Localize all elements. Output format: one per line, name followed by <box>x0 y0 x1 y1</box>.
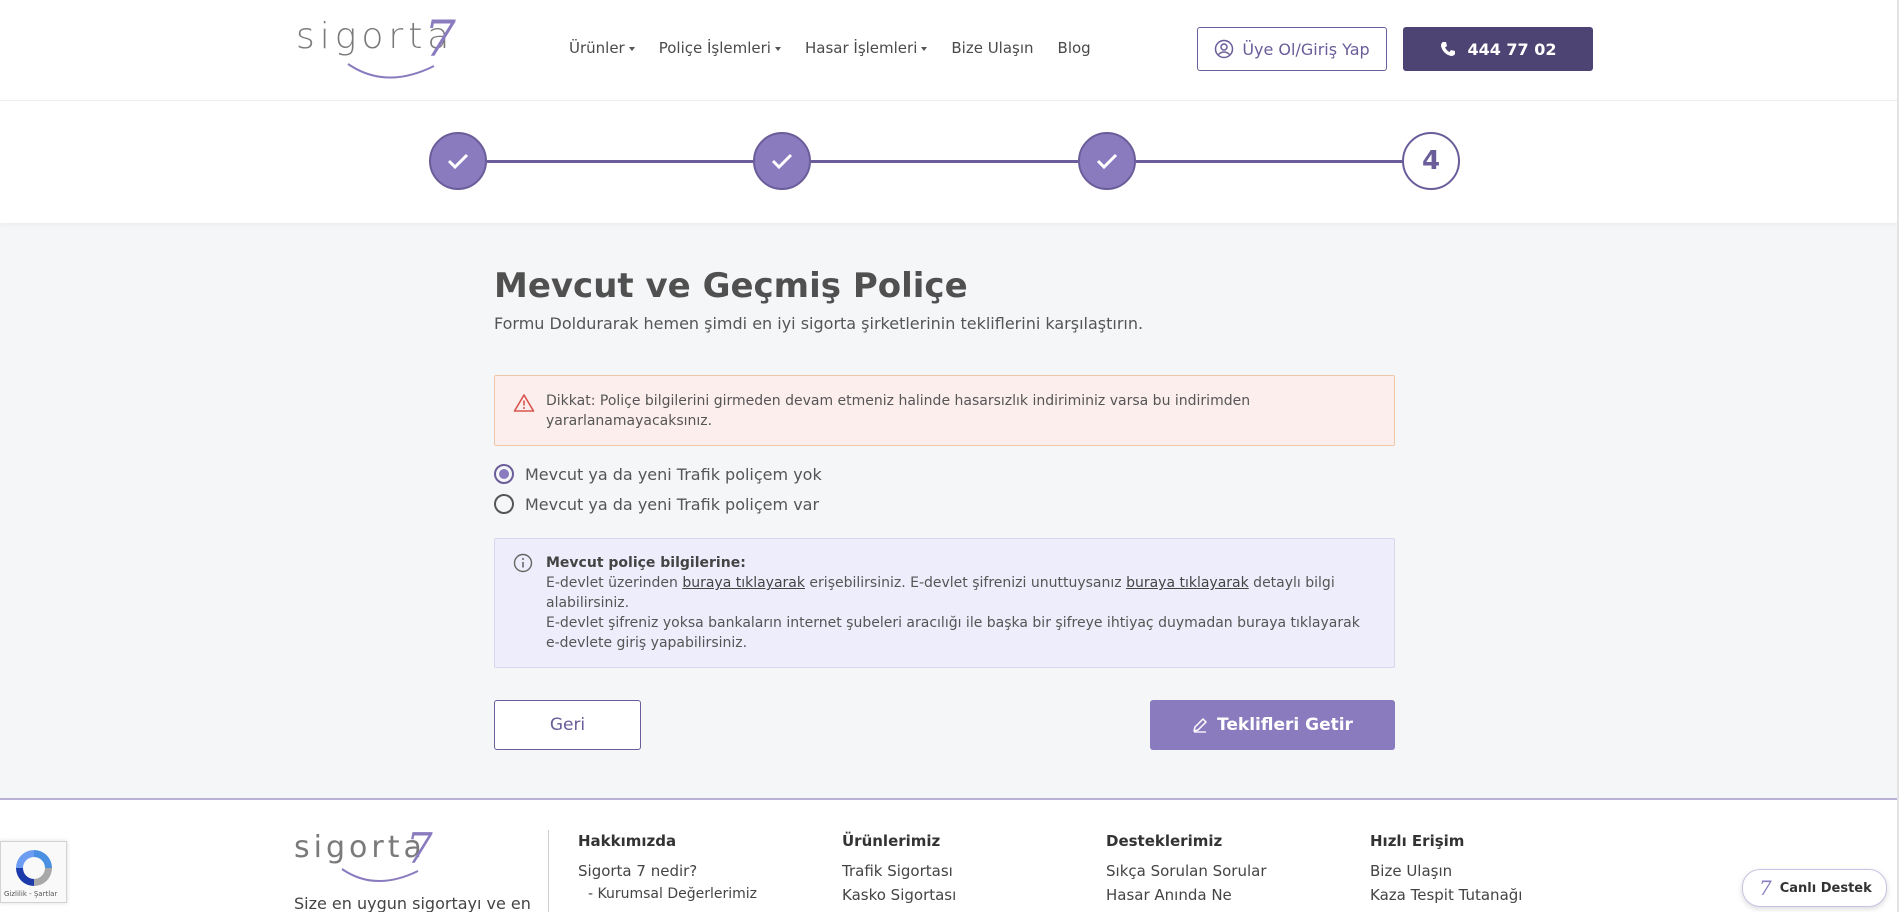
footer-heading: Hakkımızda <box>578 832 677 850</box>
radio-no-policy[interactable]: Mevcut ya da yeni Trafik poliçem yok <box>494 464 822 484</box>
footer-link[interactable]: Kasko Sigortası <box>842 886 956 904</box>
back-button[interactable]: Geri <box>494 700 641 750</box>
footer-column-hakkimizda: Hakkımızda Sigorta 7 nedir? - Kurumsal D… <box>578 832 757 908</box>
step-3 <box>1078 132 1136 190</box>
page-subtitle: Formu Doldurarak hemen şimdi en iyi sigo… <box>494 314 1144 333</box>
main-nav: Ürünler Poliçe İşlemleri Hasar İşlemleri… <box>569 39 1091 57</box>
footer-link[interactable]: - Kurumsal Değerlerimiz <box>578 886 757 902</box>
nav-item-police-islemleri[interactable]: Poliçe İşlemleri <box>659 39 781 57</box>
site-logo[interactable]: sigorta 7 <box>296 10 461 80</box>
info-heading: Mevcut poliçe bilgilerine: <box>546 555 746 571</box>
recaptcha-links[interactable]: Gizlilik - Şartlar <box>4 890 57 898</box>
footer-column-desteklerimiz: Desteklerimiz Sıkça Sorulan Sorular Hasa… <box>1106 832 1267 910</box>
step-connector <box>811 160 1078 163</box>
phone-icon <box>1441 42 1456 56</box>
nav-item-bize-ulasin[interactable]: Bize Ulaşın <box>951 39 1033 57</box>
info-text: erişebilirsiniz. E-devlet şifrenizi unut… <box>804 575 1127 591</box>
recaptcha-badge[interactable]: Gizlilik - Şartlar <box>0 841 67 903</box>
logo-swoosh-icon <box>341 868 419 882</box>
footer-link[interactable]: Hasar Anında Ne <box>1106 886 1267 904</box>
edevlet-link[interactable]: buraya tıklayarak <box>682 575 805 591</box>
radio-label: Mevcut ya da yeni Trafik poliçem var <box>525 494 820 514</box>
caret-down-icon <box>774 47 781 51</box>
check-icon <box>771 153 793 170</box>
nav-item-label: Ürünler <box>569 39 625 57</box>
step-4-current: 4 <box>1402 132 1460 190</box>
footer-link[interactable]: Trafik Sigortası <box>842 862 956 880</box>
step-1 <box>429 132 487 190</box>
radio-button[interactable] <box>494 494 514 514</box>
step-connector <box>1136 160 1403 163</box>
footer-heading: Hızlı Erişim <box>1370 832 1465 850</box>
live-support-logo-icon: 7 <box>1759 876 1772 900</box>
login-button[interactable]: Üye Ol/Giriş Yap <box>1197 27 1387 71</box>
footer-link[interactable]: Sıkça Sorulan Sorular <box>1106 862 1267 880</box>
nav-item-urunler[interactable]: Ürünler <box>569 39 635 57</box>
phone-button[interactable]: 444 77 02 <box>1403 27 1593 71</box>
info-body: Mevcut poliçe bilgilerine: E-devlet üzer… <box>546 553 1376 653</box>
info-box: Mevcut poliçe bilgilerine: E-devlet üzer… <box>494 538 1395 668</box>
check-icon <box>447 153 469 170</box>
nav-item-label: Bize Ulaşın <box>951 39 1034 57</box>
info-icon <box>513 553 533 573</box>
progress-stepper: 4 <box>0 101 1899 223</box>
login-button-label: Üye Ol/Giriş Yap <box>1242 39 1370 59</box>
footer-column-hizli-erisim: Hızlı Erişim Bize Ulaşın Kaza Tespit Tut… <box>1370 832 1522 910</box>
footer-logo[interactable]: sigorta 7 <box>294 824 444 886</box>
recaptcha-icon <box>16 850 52 886</box>
nav-item-label: Hasar İşlemleri <box>804 39 918 57</box>
nav-item-blog[interactable]: Blog <box>1058 39 1091 57</box>
footer-tagline: Size en uygun sigortayı ve en <box>294 894 531 912</box>
radio-has-policy[interactable]: Mevcut ya da yeni Trafik poliçem var <box>494 494 819 514</box>
phone-number: 444 77 02 <box>1467 39 1557 59</box>
site-header: sigorta 7 Ürünler Poliçe İşlemleri Hasar… <box>0 0 1899 101</box>
footer-link[interactable]: Bize Ulaşın <box>1370 862 1522 880</box>
footer-link[interactable]: Sigorta 7 nedir? <box>578 862 757 880</box>
caret-down-icon <box>921 47 928 51</box>
nav-item-hasar-islemleri[interactable]: Hasar İşlemleri <box>804 39 928 57</box>
step-connector <box>487 160 753 163</box>
live-support-label: Canlı Destek <box>1779 880 1872 896</box>
nav-item-label: Blog <box>1057 39 1091 57</box>
get-offers-button[interactable]: Teklifleri Getir <box>1150 700 1395 750</box>
forgot-password-link[interactable]: buraya tıklayarak <box>1126 575 1249 591</box>
user-icon <box>1215 39 1234 59</box>
radio-label: Mevcut ya da yeni Trafik poliçem yok <box>525 464 822 484</box>
footer-heading: Desteklerimiz <box>1106 832 1223 850</box>
warning-triangle-icon <box>513 394 535 412</box>
warning-text: Dikkat: Poliçe bilgilerini girmeden deva… <box>546 393 1251 429</box>
radio-button-checked[interactable] <box>494 464 514 484</box>
logo-swoosh-icon <box>347 63 435 79</box>
get-offers-label: Teklifleri Getir <box>1217 715 1353 735</box>
page-title: Mevcut ve Geçmiş Poliçe <box>494 266 968 306</box>
footer-divider <box>548 830 549 912</box>
caret-down-icon <box>628 47 635 51</box>
warning-alert: Dikkat: Poliçe bilgilerini girmeden deva… <box>494 375 1395 446</box>
check-icon <box>1096 153 1118 170</box>
live-support-button[interactable]: 7 Canlı Destek <box>1742 869 1887 907</box>
step-2 <box>753 132 811 190</box>
pencil-icon <box>1193 718 1207 733</box>
info-text: E-devlet şifreniz yoksa bankaların inter… <box>546 615 1360 651</box>
info-text: E-devlet üzerinden <box>546 575 683 591</box>
footer-column-urunlerimiz: Ürünlerimiz Trafik Sigortası Kasko Sigor… <box>842 832 956 910</box>
site-footer: sigorta 7 Size en uygun sigortayı ve en … <box>0 798 1899 912</box>
nav-item-label: Poliçe İşlemleri <box>658 39 771 57</box>
footer-heading: Ürünlerimiz <box>842 832 941 850</box>
footer-link[interactable]: Kaza Tespit Tutanağı <box>1370 886 1522 904</box>
